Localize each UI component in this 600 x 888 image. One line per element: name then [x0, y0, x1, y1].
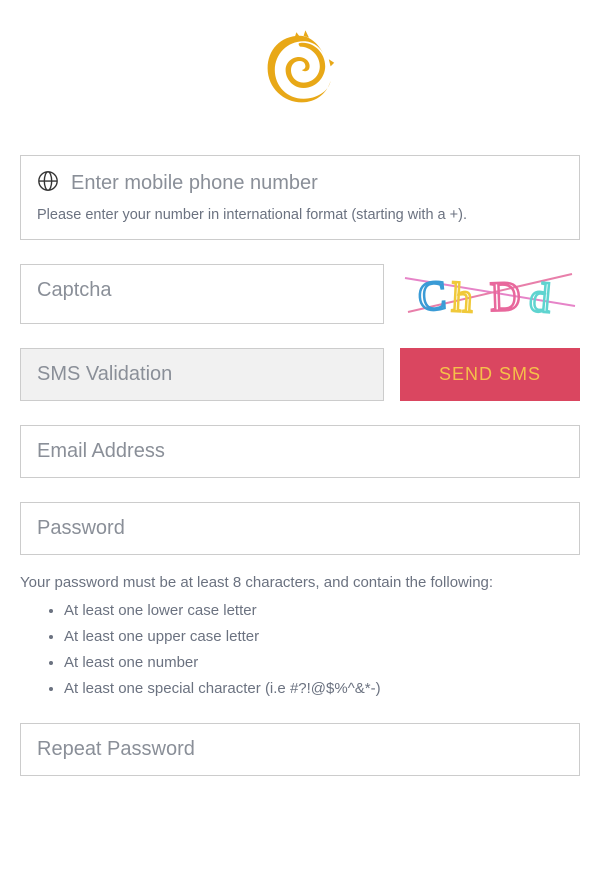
password-rule: At least one lower case letter — [64, 599, 580, 623]
svg-text:C: C — [417, 273, 448, 321]
dragon-logo-icon — [255, 25, 345, 115]
password-rule: At least one upper case letter — [64, 625, 580, 649]
captcha-image: C h D d — [400, 264, 580, 324]
password-input[interactable] — [37, 517, 563, 540]
sms-validation-input[interactable] — [37, 363, 367, 386]
phone-field-group: Please enter your number in internationa… — [20, 155, 580, 240]
captcha-field-group — [20, 264, 384, 324]
logo — [20, 25, 580, 120]
email-input[interactable] — [37, 440, 563, 463]
sms-field-group — [20, 348, 384, 401]
phone-hint: Please enter your number in internationa… — [37, 205, 563, 225]
email-field-group — [20, 425, 580, 478]
repeat-password-input[interactable] — [37, 738, 563, 761]
password-rule: At least one special character (i.e #?!@… — [64, 677, 580, 701]
password-field-group — [20, 502, 580, 555]
globe-icon — [37, 170, 59, 197]
password-hint-intro: Your password must be at least 8 charact… — [20, 571, 580, 595]
repeat-password-field-group — [20, 723, 580, 776]
send-sms-button[interactable]: SEND SMS — [400, 348, 580, 401]
svg-text:h: h — [451, 275, 474, 322]
phone-input[interactable] — [71, 172, 563, 195]
captcha-input[interactable] — [37, 279, 367, 302]
svg-text:d: d — [528, 275, 553, 323]
password-requirements: Your password must be at least 8 charact… — [20, 571, 580, 701]
password-rule: At least one number — [64, 651, 580, 675]
svg-text:D: D — [489, 274, 521, 321]
